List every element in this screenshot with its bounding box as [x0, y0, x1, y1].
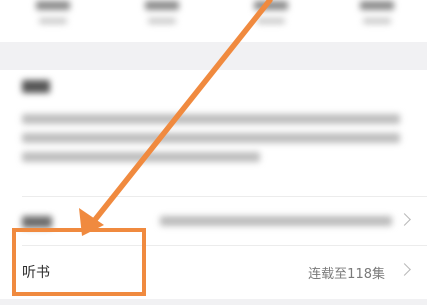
stat-item-3 [236, 0, 306, 38]
stat-value-2 [145, 1, 179, 10]
annotation-highlight-box [12, 228, 146, 296]
blurred-row-value [160, 216, 392, 226]
stats-card [0, 0, 427, 42]
stat-item-4 [342, 0, 412, 38]
listen-book-status: 连载至118集 [308, 267, 385, 282]
description-line [22, 114, 400, 124]
chevron-right-icon [398, 213, 411, 226]
stat-item-2 [127, 0, 197, 38]
stat-label-2 [148, 18, 176, 24]
stat-label-4 [363, 18, 391, 24]
stat-value-1 [36, 1, 70, 10]
chevron-right-icon [398, 263, 411, 276]
stat-value-3 [254, 1, 288, 10]
stat-value-4 [360, 1, 394, 10]
divider [22, 196, 427, 197]
description-line [22, 152, 260, 162]
stat-label-1 [39, 18, 67, 24]
bottom-gap [0, 299, 427, 305]
stat-label-3 [257, 18, 285, 24]
intro-heading [22, 80, 50, 93]
stat-item-1 [18, 0, 88, 38]
blurred-row-label [22, 216, 52, 228]
description-line [22, 133, 400, 143]
